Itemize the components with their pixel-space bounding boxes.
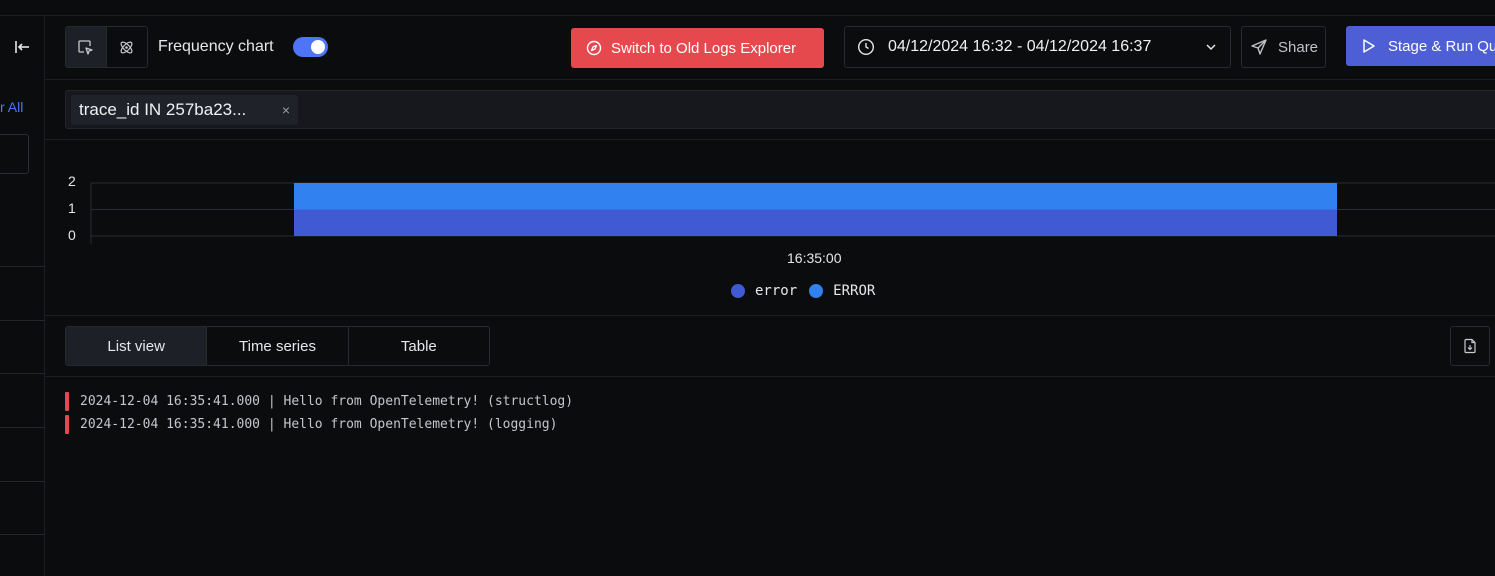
cursor-select-icon bbox=[78, 39, 93, 55]
severity-indicator bbox=[65, 392, 69, 411]
log-row[interactable]: 2024-12-04 16:35:41.000 | Hello from Ope… bbox=[65, 390, 573, 413]
legend-item-error[interactable]: error bbox=[731, 283, 797, 299]
filter-chip[interactable]: trace_id IN 257ba23... × bbox=[71, 95, 298, 125]
explorer-view-toggle bbox=[65, 26, 148, 68]
time-range-value: 04/12/2024 16:32 - 04/12/2024 16:37 bbox=[888, 38, 1152, 55]
sidebar-divider bbox=[0, 481, 44, 482]
x-tick-label: 16:35:00 bbox=[787, 250, 842, 266]
bar-ERROR[interactable] bbox=[294, 183, 1337, 210]
time-range-picker[interactable]: 04/12/2024 16:32 - 04/12/2024 16:37 bbox=[844, 26, 1231, 68]
log-line-text: 2024-12-04 16:35:41.000 | Hello from Ope… bbox=[80, 394, 574, 409]
legend-label: error bbox=[755, 283, 798, 299]
legend-item-ERROR[interactable]: ERROR bbox=[809, 283, 875, 299]
tab-list-view[interactable]: List view bbox=[66, 327, 208, 365]
search-view-button[interactable] bbox=[66, 27, 107, 67]
sidebar-divider bbox=[0, 373, 44, 374]
divider bbox=[45, 315, 1495, 316]
switch-old-explorer-label: Switch to Old Logs Explorer bbox=[611, 39, 797, 57]
y-tick-label: 2 bbox=[68, 173, 76, 189]
clock-icon bbox=[857, 38, 875, 56]
y-tick-label: 1 bbox=[68, 200, 76, 216]
log-line-text: 2024-12-04 16:35:41.000 | Hello from Ope… bbox=[80, 417, 558, 432]
legend-label: ERROR bbox=[833, 283, 876, 299]
chart-legend: error ERROR bbox=[731, 283, 887, 299]
stage-and-run-button[interactable]: Stage & Run Qu bbox=[1346, 26, 1495, 66]
toggle-knob bbox=[311, 40, 325, 54]
sidebar-divider bbox=[0, 534, 44, 535]
frequency-chart-toggle[interactable] bbox=[293, 37, 328, 57]
tab-time-series[interactable]: Time series bbox=[207, 327, 349, 365]
legend-dot bbox=[809, 284, 824, 298]
result-view-tabs: List view Time series Table bbox=[65, 326, 490, 366]
frequency-chart-plot bbox=[90, 182, 1495, 244]
sidebar-divider bbox=[0, 427, 44, 428]
query-builder-view-button[interactable] bbox=[107, 27, 148, 67]
collapse-sidebar-icon[interactable] bbox=[13, 38, 31, 56]
file-download-icon bbox=[1464, 338, 1476, 354]
share-label: Share bbox=[1278, 38, 1319, 56]
sidebar-search-box[interactable] bbox=[0, 134, 29, 174]
toolbar: Frequency chart Switch to Old Logs Explo… bbox=[45, 16, 1495, 80]
bar-error[interactable] bbox=[294, 209, 1337, 237]
clear-all-link[interactable]: r All bbox=[0, 99, 23, 115]
switch-old-explorer-button[interactable]: Switch to Old Logs Explorer bbox=[571, 28, 824, 68]
sidebar-divider bbox=[0, 320, 44, 321]
compass-icon bbox=[586, 40, 602, 56]
log-row[interactable]: 2024-12-04 16:35:41.000 | Hello from Ope… bbox=[65, 413, 573, 436]
chevron-down-icon bbox=[1204, 40, 1218, 54]
legend-dot bbox=[731, 284, 745, 298]
sidebar-divider bbox=[0, 266, 44, 267]
divider bbox=[45, 376, 1495, 377]
filter-chip-label: trace_id IN 257ba23... bbox=[79, 100, 247, 119]
share-button[interactable]: Share bbox=[1241, 26, 1326, 68]
filter-sidebar: r All bbox=[0, 16, 45, 576]
severity-indicator bbox=[65, 415, 69, 434]
remove-filter-icon[interactable]: × bbox=[282, 102, 290, 118]
tab-table[interactable]: Table bbox=[349, 327, 489, 365]
frequency-chart: 2 1 0 16:35:00 error ERROR bbox=[45, 140, 1495, 315]
log-list: 2024-12-04 16:35:41.000 | Hello from Ope… bbox=[65, 390, 573, 436]
play-icon bbox=[1362, 38, 1376, 54]
download-button[interactable] bbox=[1450, 326, 1490, 366]
top-strip bbox=[0, 0, 1495, 16]
send-icon bbox=[1250, 38, 1268, 56]
query-search-bar[interactable]: trace_id IN 257ba23... × bbox=[65, 90, 1495, 129]
stage-and-run-label: Stage & Run Qu bbox=[1388, 37, 1495, 55]
frequency-chart-label: Frequency chart bbox=[158, 38, 274, 55]
y-tick-label: 0 bbox=[68, 227, 76, 243]
atom-icon bbox=[120, 41, 133, 53]
